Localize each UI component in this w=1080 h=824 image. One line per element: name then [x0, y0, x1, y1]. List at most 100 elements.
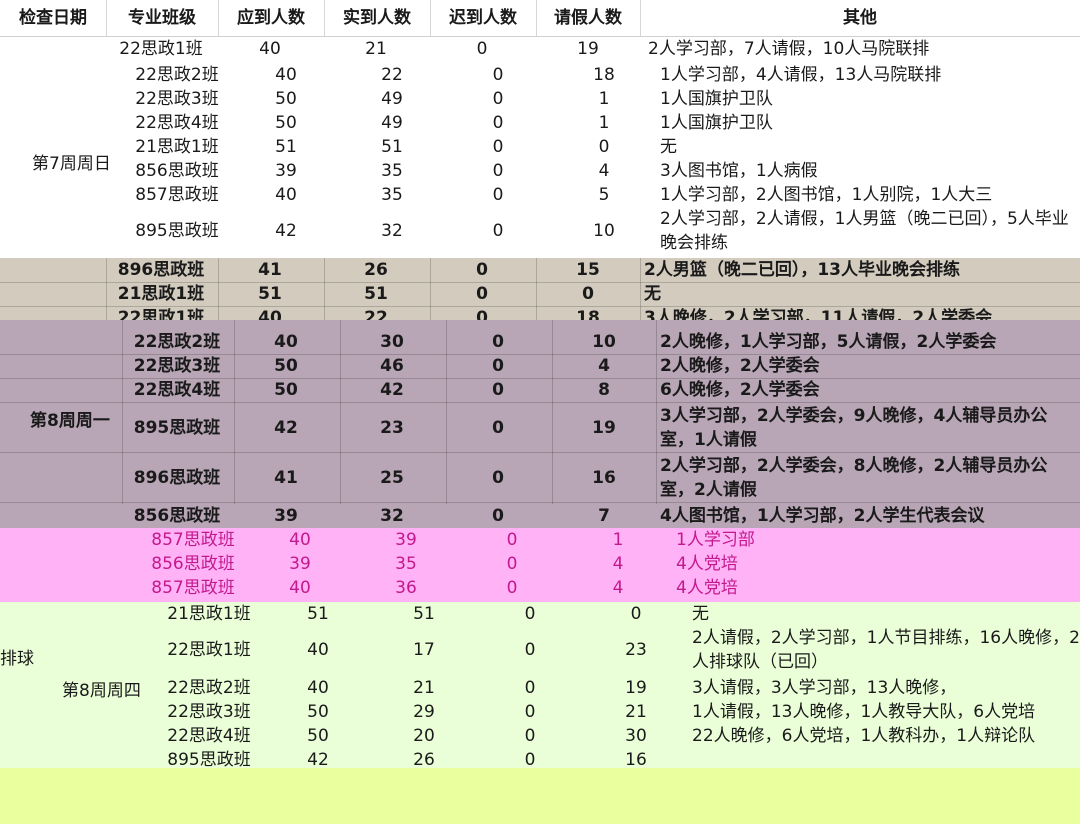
- late-cell: 0: [476, 308, 488, 320]
- other-cell: 2人学习部，7人请假，10人马院联排: [648, 39, 930, 59]
- header-actual[interactable]: 实到人数: [324, 0, 431, 36]
- leave-cell: 16: [592, 468, 616, 488]
- late-cell: 0: [524, 640, 536, 660]
- expected-cell: 40: [275, 65, 297, 85]
- strip-fragment-top: 22思政1班 40 21 0 19 2人学习部，7人请假，10人马院联排: [0, 37, 1080, 63]
- late-cell: 0: [524, 604, 536, 624]
- header-date[interactable]: 检查日期: [0, 0, 107, 36]
- header-other[interactable]: 其他: [640, 0, 1080, 36]
- expected-cell: 51: [307, 604, 329, 624]
- actual-cell: 42: [380, 380, 404, 400]
- actual-cell: 51: [413, 604, 435, 624]
- actual-cell: 51: [381, 137, 403, 157]
- expected-cell: 50: [275, 89, 297, 109]
- class-cell: 896思政班: [117, 260, 205, 280]
- actual-cell: 49: [381, 89, 403, 109]
- class-cell: 857思政班: [151, 530, 235, 550]
- other-cell: 无: [660, 137, 677, 157]
- leave-cell: 23: [625, 640, 647, 660]
- class-cell: 857思政班: [135, 185, 219, 205]
- late-cell: 0: [492, 89, 504, 109]
- expected-cell: 40: [274, 332, 298, 352]
- leave-cell: 18: [593, 65, 615, 85]
- actual-cell: 30: [380, 332, 404, 352]
- actual-cell: 35: [381, 185, 403, 205]
- header-class[interactable]: 专业班级: [106, 0, 219, 36]
- expected-cell: 40: [289, 578, 311, 598]
- other-cell: 22人晚修，6人党培，1人教科办，1人辩论队: [692, 726, 1036, 746]
- date-cell: 第8周周四: [62, 681, 141, 701]
- late-cell: 0: [492, 418, 504, 438]
- late-cell: 0: [492, 468, 504, 488]
- other-cell: 无: [692, 604, 709, 624]
- class-cell: 22思政4班: [167, 726, 251, 746]
- other-cell: 2人晚修，2人学委会: [660, 356, 820, 376]
- leave-cell: 15: [576, 260, 600, 280]
- class-cell: 21思政1班: [167, 604, 251, 624]
- actual-cell: 46: [380, 356, 404, 376]
- table-header: 检查日期 专业班级 应到人数 实到人数 迟到人数 请假人数 其他: [0, 0, 1080, 37]
- late-cell: 0: [492, 161, 504, 181]
- class-cell: 22思政3班: [133, 356, 221, 376]
- actual-cell: 22: [381, 65, 403, 85]
- leave-cell: 1: [612, 530, 624, 550]
- late-cell: 0: [506, 554, 518, 574]
- actual-cell: 25: [380, 468, 404, 488]
- other-cell: 1人国旗护卫队: [660, 113, 773, 133]
- class-cell: 22思政2班: [167, 678, 251, 698]
- strip-week8-thursday: 排球 第8周周四 21思政1班 51 51 0 0 无 22思政1班 40 17…: [0, 602, 1080, 768]
- other-cell: 4人图书馆，1人学习部，2人学生代表会议: [660, 506, 985, 526]
- class-cell: 22思政3班: [167, 702, 251, 722]
- header-late[interactable]: 迟到人数: [430, 0, 537, 36]
- class-cell: 895思政班: [167, 750, 251, 768]
- leave-cell: 4: [598, 356, 610, 376]
- late-cell: 0: [506, 530, 518, 550]
- class-cell: 856思政班: [135, 161, 219, 181]
- leave-cell: 7: [598, 506, 610, 526]
- leave-cell: 19: [592, 418, 616, 438]
- actual-cell: 26: [364, 260, 388, 280]
- expected-cell: 41: [274, 468, 298, 488]
- class-cell: 856思政班: [151, 554, 235, 574]
- other-cell: 1人学习部，4人请假，13人马院联排: [660, 65, 942, 85]
- side-label: 排球: [0, 649, 34, 669]
- class-cell: 22思政1班: [117, 308, 205, 320]
- expected-cell: 50: [307, 726, 329, 746]
- class-cell: 21思政1班: [135, 137, 219, 157]
- leave-cell: 5: [598, 185, 610, 205]
- other-cell: 1人国旗护卫队: [660, 89, 773, 109]
- leave-cell: 8: [598, 380, 610, 400]
- other-cell: 3人学习部，2人学委会，9人晚修，4人辅导员办公室，1人请假: [660, 406, 1048, 450]
- actual-cell: 35: [395, 554, 417, 574]
- expected-cell: 42: [274, 418, 298, 438]
- class-cell: 21思政1班: [117, 284, 205, 304]
- late-cell: 0: [476, 39, 488, 59]
- class-cell: 22思政1班: [119, 39, 203, 59]
- expected-cell: 39: [275, 161, 297, 181]
- class-cell: 22思政2班: [133, 332, 221, 352]
- leave-cell: 18: [576, 308, 600, 320]
- other-cell: 2人学习部，2人学委会，8人晚修，2人辅导员办公室，2人请假: [660, 456, 1048, 500]
- class-cell: 22思政2班: [135, 65, 219, 85]
- class-cell: 895思政班: [135, 221, 219, 241]
- header-leave[interactable]: 请假人数: [536, 0, 641, 36]
- expected-cell: 50: [274, 356, 298, 376]
- actual-cell: 17: [413, 640, 435, 660]
- other-cell: 无: [644, 284, 661, 304]
- late-cell: 0: [524, 702, 536, 722]
- other-cell: 3人请假，3人学习部，13人晚修，: [692, 678, 957, 698]
- header-expected[interactable]: 应到人数: [218, 0, 325, 36]
- leave-cell: 16: [625, 750, 647, 768]
- table-row[interactable]: 22思政1班 40 21 0 19 2人学习部，7人请假，10人马院联排: [0, 37, 1080, 61]
- leave-cell: 19: [625, 678, 647, 698]
- other-cell: 6人晚修，2人学委会: [660, 380, 820, 400]
- other-cell: 4人党培: [676, 554, 738, 574]
- late-cell: 0: [492, 137, 504, 157]
- actual-cell: 32: [381, 221, 403, 241]
- actual-cell: 20: [413, 726, 435, 746]
- expected-cell: 40: [258, 308, 282, 320]
- expected-cell: 50: [274, 380, 298, 400]
- late-cell: 0: [506, 578, 518, 598]
- expected-cell: 39: [274, 506, 298, 526]
- expected-cell: 40: [307, 678, 329, 698]
